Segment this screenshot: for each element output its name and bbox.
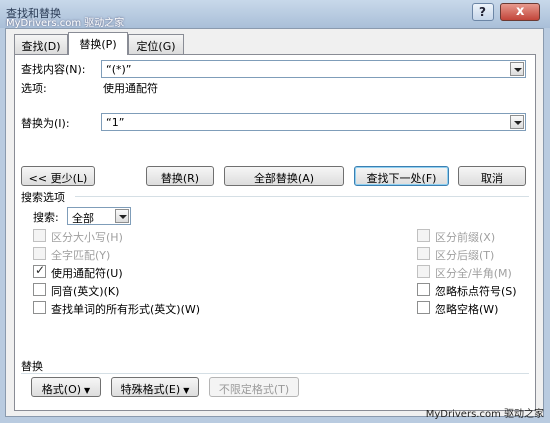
ignore-whitespace-label: 忽略空格(W) xyxy=(435,303,499,316)
find-what-dropdown-icon[interactable] xyxy=(510,62,524,76)
title-bar: 查找和替换 MyDrivers.com 驱动之家 ? x xyxy=(0,0,550,29)
close-button[interactable]: x xyxy=(500,3,540,21)
match-width-label: 区分全/半角(M) xyxy=(435,267,512,280)
watermark-bottom: MyDrivers.com 驱动之家 xyxy=(425,409,544,420)
options-value: 使用通配符 xyxy=(103,82,158,95)
match-prefix-label: 区分前缀(X) xyxy=(435,231,496,244)
replace-section-heading: 替换 xyxy=(21,360,43,373)
replace-with-combobox[interactable]: “1” xyxy=(101,113,526,131)
match-suffix-label: 区分后缀(T) xyxy=(435,249,495,262)
no-formatting-button[interactable]: 不限定格式(T) xyxy=(209,377,299,397)
special-button-label: 特殊格式(E) xyxy=(120,383,181,396)
tab-goto[interactable]: 定位(G) xyxy=(128,34,184,54)
find-what-combobox[interactable]: “(*)” xyxy=(101,60,526,78)
replace-all-button[interactable]: 全部替换(A) xyxy=(224,166,344,186)
all-word-forms-label: 查找单词的所有形式(英文)(W) xyxy=(51,303,201,316)
search-options-divider xyxy=(75,196,529,197)
cancel-button[interactable]: 取消 xyxy=(458,166,526,186)
help-button[interactable]: ? xyxy=(472,3,494,21)
replace-button[interactable]: 替换(R) xyxy=(146,166,214,186)
close-icon: x xyxy=(516,4,525,19)
search-options-heading: 搜索选项 xyxy=(21,191,65,204)
tab-replace[interactable]: 替换(P) xyxy=(68,32,128,55)
search-direction-label: 搜索: xyxy=(33,211,59,224)
all-word-forms-checkbox[interactable] xyxy=(33,301,46,314)
chevron-down-icon: ▼ xyxy=(183,386,190,395)
whole-word-checkbox[interactable] xyxy=(33,247,46,260)
help-icon: ? xyxy=(479,5,486,19)
search-direction-select[interactable]: 全部 xyxy=(67,207,131,225)
ignore-whitespace-checkbox[interactable] xyxy=(417,301,430,314)
special-button[interactable]: 特殊格式(E) ▼ xyxy=(111,377,199,397)
find-next-button[interactable]: 查找下一处(F) xyxy=(354,166,449,186)
match-suffix-checkbox[interactable] xyxy=(417,247,430,260)
less-button[interactable]: << 更少(L) xyxy=(21,166,95,186)
replace-panel: 查找内容(N): “(*)” 选项: 使用通配符 替换为(I): “1” << … xyxy=(14,54,536,411)
ignore-punctuation-label: 忽略标点符号(S) xyxy=(435,285,517,298)
match-width-checkbox[interactable] xyxy=(417,265,430,278)
chevron-down-icon: ▼ xyxy=(84,386,91,395)
format-button[interactable]: 格式(O) ▼ xyxy=(31,377,101,397)
find-what-label: 查找内容(N): xyxy=(21,63,86,76)
sounds-like-label: 同音(英文)(K) xyxy=(51,285,120,298)
replace-with-label: 替换为(I): xyxy=(21,117,70,130)
use-wildcards-label: 使用通配符(U) xyxy=(51,267,123,280)
match-case-checkbox[interactable] xyxy=(33,229,46,242)
match-case-label: 区分大小写(H) xyxy=(51,231,123,244)
find-what-value: “(*)” xyxy=(106,63,132,76)
format-button-label: 格式(O) xyxy=(41,383,82,396)
whole-word-label: 全字匹配(Y) xyxy=(51,249,111,262)
replace-section-divider xyxy=(21,373,529,374)
watermark-top: MyDrivers.com 驱动之家 xyxy=(6,18,125,29)
replace-with-dropdown-icon[interactable] xyxy=(510,115,524,129)
use-wildcards-checkbox[interactable]: ✓ xyxy=(33,263,46,278)
search-direction-dropdown-icon[interactable] xyxy=(115,209,129,223)
tab-find[interactable]: 查找(D) xyxy=(14,34,68,54)
ignore-punctuation-checkbox[interactable] xyxy=(417,283,430,296)
options-label: 选项: xyxy=(21,82,47,95)
search-direction-value: 全部 xyxy=(72,212,94,225)
sounds-like-checkbox[interactable] xyxy=(33,283,46,296)
find-replace-dialog: 查找(D) 替换(P) 定位(G) 查找内容(N): “(*)” 选项: 使用通… xyxy=(5,28,544,417)
checkmark-icon: ✓ xyxy=(35,263,46,277)
match-prefix-checkbox[interactable] xyxy=(417,229,430,242)
replace-with-value: “1” xyxy=(106,116,125,129)
